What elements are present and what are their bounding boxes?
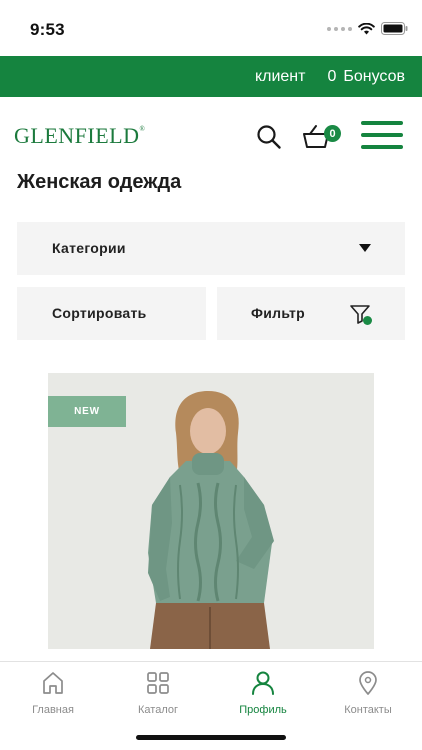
filter-icon bbox=[350, 305, 372, 325]
tab-home[interactable]: Главная bbox=[3, 670, 103, 722]
battery-icon bbox=[381, 22, 408, 35]
logo-mark: ® bbox=[139, 124, 146, 133]
tab-home-label: Главная bbox=[32, 704, 74, 716]
cart-count-badge: 0 bbox=[324, 125, 341, 142]
cart-button[interactable]: 0 bbox=[302, 122, 341, 150]
menu-line bbox=[361, 133, 403, 137]
home-icon bbox=[43, 672, 63, 694]
location-pin-icon bbox=[359, 671, 377, 695]
page-title: Женская одежда bbox=[17, 171, 182, 193]
user-label[interactable]: клиент bbox=[255, 68, 306, 86]
categories-dropdown[interactable]: Категории bbox=[17, 222, 405, 275]
account-bar: клиент 0 Бонусов bbox=[0, 56, 422, 97]
bonus-count: 0 bbox=[327, 67, 337, 85]
status-bar: 9:53 bbox=[0, 0, 422, 56]
bonus-info[interactable]: 0 Бонусов bbox=[327, 68, 405, 86]
sort-button[interactable]: Сортировать bbox=[17, 287, 206, 340]
tab-contacts[interactable]: Контакты bbox=[318, 670, 418, 722]
categories-label: Категории bbox=[52, 240, 126, 256]
tab-catalog-label: Каталог bbox=[138, 704, 178, 716]
header: GLENFIELD® 0 bbox=[0, 97, 422, 175]
menu-line bbox=[361, 145, 403, 149]
signal-dots-icon bbox=[327, 26, 352, 31]
home-indicator bbox=[136, 735, 286, 740]
tab-profile[interactable]: Профиль bbox=[213, 670, 313, 722]
grid-icon bbox=[147, 672, 169, 694]
tab-catalog[interactable]: Каталог bbox=[108, 670, 208, 722]
tab-contacts-label: Контакты bbox=[344, 704, 392, 716]
wifi-icon bbox=[358, 22, 375, 34]
tab-profile-label: Профиль bbox=[239, 704, 287, 716]
status-icons bbox=[327, 22, 408, 35]
logo-text: GLENFIELD bbox=[14, 123, 140, 148]
product-card[interactable]: NEW bbox=[48, 373, 374, 649]
user-icon bbox=[252, 671, 274, 695]
search-button[interactable] bbox=[256, 124, 282, 150]
search-icon bbox=[257, 125, 281, 149]
bonus-label: Бонусов bbox=[343, 67, 405, 85]
new-badge: NEW bbox=[48, 396, 126, 427]
caret-down-icon bbox=[359, 244, 371, 252]
sort-label: Сортировать bbox=[52, 305, 147, 321]
menu-button[interactable] bbox=[361, 121, 403, 149]
filter-label: Фильтр bbox=[251, 305, 306, 321]
logo[interactable]: GLENFIELD® bbox=[14, 123, 145, 149]
status-time: 9:53 bbox=[30, 20, 65, 39]
menu-line bbox=[361, 121, 403, 125]
filter-button[interactable]: Фильтр bbox=[217, 287, 405, 340]
